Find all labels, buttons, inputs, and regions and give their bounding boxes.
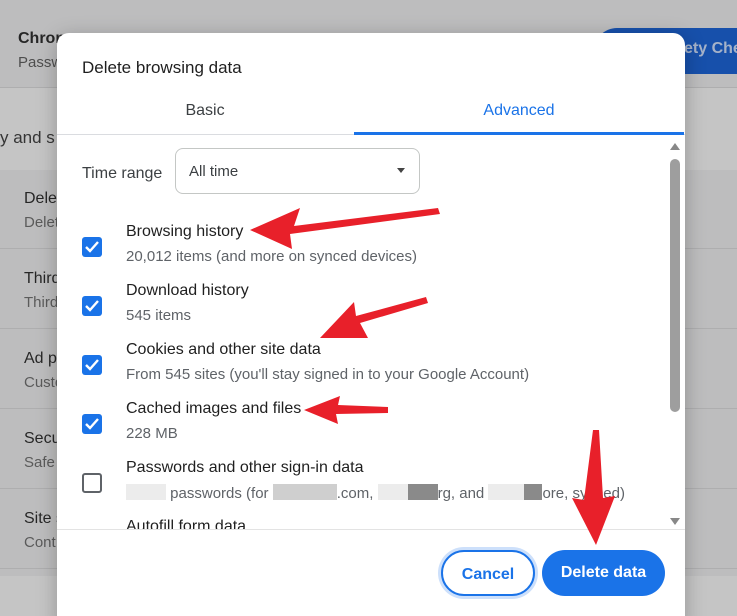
time-range-select[interactable]: All time bbox=[175, 148, 420, 194]
dialog-content: Time range All time Browsing history 20,… bbox=[57, 136, 685, 529]
checkmark-icon bbox=[85, 241, 99, 253]
redaction bbox=[126, 484, 166, 500]
time-range-value: All time bbox=[189, 163, 239, 180]
list-item-download-history: Download history 545 items bbox=[57, 282, 657, 340]
item-sublabel: From 545 sites (you'll stay signed in to… bbox=[126, 366, 530, 383]
scrollbar[interactable] bbox=[665, 136, 685, 529]
item-label: Passwords and other sign-in data bbox=[126, 459, 364, 476]
sub-part: ore, synced) bbox=[542, 485, 625, 502]
dialog-title: Delete browsing data bbox=[82, 58, 242, 77]
browsing-history-checkbox[interactable] bbox=[82, 237, 102, 257]
sub-part: rg, and bbox=[437, 485, 485, 502]
passwords-checkbox[interactable] bbox=[82, 473, 102, 493]
item-label: Cookies and other site data bbox=[126, 341, 321, 358]
item-label: Browsing history bbox=[126, 223, 244, 240]
redaction bbox=[377, 484, 408, 500]
item-sublabel: 545 items bbox=[126, 307, 192, 324]
scroll-down-arrow-icon[interactable] bbox=[670, 518, 680, 525]
delete-browsing-data-dialog: Delete browsing data Basic Advanced Time… bbox=[57, 33, 685, 616]
sub-part: passwords (for bbox=[170, 485, 269, 502]
download-history-checkbox[interactable] bbox=[82, 296, 102, 316]
list-item-cached-images: Cached images and files 228 MB bbox=[57, 400, 657, 458]
item-sublabel: 228 MB bbox=[126, 425, 178, 442]
redaction bbox=[488, 484, 525, 500]
checkmark-icon bbox=[85, 359, 99, 371]
active-tab-indicator bbox=[354, 132, 684, 135]
scroll-up-arrow-icon[interactable] bbox=[670, 143, 680, 150]
item-sublabel: 20,012 items (and more on synced devices… bbox=[126, 248, 417, 265]
item-label: Cached images and files bbox=[126, 400, 302, 417]
list-item-passwords: Passwords and other sign-in data passwor… bbox=[57, 459, 657, 517]
time-range-label: Time range bbox=[82, 165, 163, 182]
checkmark-icon bbox=[85, 300, 99, 312]
item-label: Download history bbox=[126, 282, 249, 299]
dialog-footer: Cancel Delete data bbox=[57, 529, 685, 616]
cookies-checkbox[interactable] bbox=[82, 355, 102, 375]
list-item-cookies: Cookies and other site data From 545 sit… bbox=[57, 341, 657, 399]
checkmark-icon bbox=[85, 418, 99, 430]
redaction bbox=[524, 484, 543, 500]
tab-basic[interactable]: Basic bbox=[57, 93, 353, 135]
scrollbar-thumb[interactable] bbox=[670, 159, 680, 412]
item-label: Autofill form data bbox=[126, 518, 247, 529]
tab-advanced[interactable]: Advanced bbox=[354, 93, 684, 135]
redaction bbox=[272, 484, 337, 500]
cancel-button[interactable]: Cancel bbox=[441, 550, 535, 596]
cached-images-checkbox[interactable] bbox=[82, 414, 102, 434]
redaction bbox=[407, 484, 438, 500]
sub-part: .com, bbox=[336, 485, 374, 502]
list-item-autofill: Autofill form data bbox=[57, 518, 657, 529]
delete-data-button[interactable]: Delete data bbox=[542, 550, 665, 596]
list-item-browsing-history: Browsing history 20,012 items (and more … bbox=[57, 223, 657, 281]
tab-bar: Basic Advanced bbox=[57, 93, 685, 135]
dropdown-caret-icon bbox=[397, 168, 405, 173]
item-sublabel: passwords (for .com, rg, and ore, synced… bbox=[126, 484, 625, 502]
